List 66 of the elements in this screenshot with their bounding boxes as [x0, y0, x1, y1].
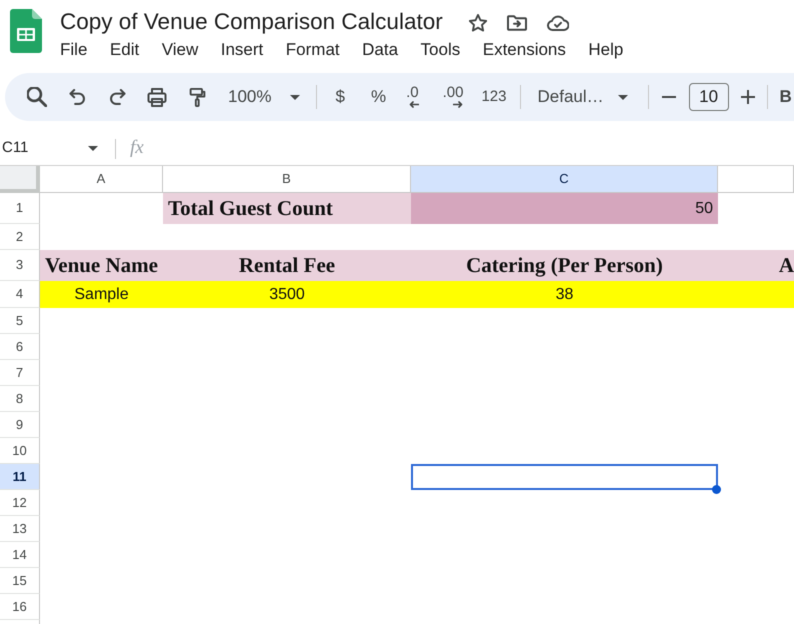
function-label: fx	[130, 136, 144, 160]
caret-icon	[618, 94, 628, 100]
heading-cell: Venue Name	[40, 250, 163, 281]
menu-item[interactable]: Help	[588, 39, 624, 61]
zoom-dropdown[interactable]: 100%	[223, 81, 304, 113]
row-header[interactable]: 16	[0, 594, 40, 620]
row-header[interactable]: 8	[0, 386, 40, 412]
print-icon[interactable]	[147, 88, 167, 106]
font-dropdown[interactable]: Defaul…	[533, 81, 636, 113]
plus-icon[interactable]	[740, 90, 755, 104]
menu-item[interactable]: Data	[362, 39, 398, 61]
caret-icon	[290, 94, 300, 100]
document-title[interactable]: Copy of Venue Comparison Calculator	[60, 8, 443, 34]
decrease-decimal-button[interactable]: .0	[406, 81, 419, 113]
heading-cell: Total Guest Count	[163, 193, 411, 224]
row-header[interactable]: 4	[0, 281, 40, 308]
arrow-right-icon	[453, 101, 464, 108]
heading-cell: A	[718, 250, 794, 281]
data-cell: Sample	[40, 281, 163, 308]
paint-roller-icon[interactable]	[188, 88, 206, 106]
menu-item[interactable]: Format	[286, 39, 340, 61]
row-header[interactable]: 5	[0, 308, 40, 334]
row-header[interactable]: 11	[0, 464, 40, 490]
row-header[interactable]: 3	[0, 250, 40, 281]
column-header[interactable]: C	[411, 166, 718, 193]
folder-arrow-icon[interactable]	[506, 15, 527, 31]
caret-icon	[88, 146, 98, 151]
menu-item[interactable]: File	[60, 39, 88, 61]
row-header[interactable]: 13	[0, 516, 40, 542]
percent-button[interactable]: %	[362, 81, 394, 113]
name-box[interactable]: C11	[0, 135, 106, 162]
row-header[interactable]: 7	[0, 360, 40, 386]
heading-cell: Catering (Per Person)	[411, 250, 718, 281]
increase-decimal-button[interactable]: .00	[438, 81, 468, 113]
star-icon[interactable]	[468, 14, 487, 32]
column-header[interactable]: B	[163, 166, 411, 193]
fill-handle-icon[interactable]	[712, 485, 721, 494]
menu-item[interactable]: Tools	[420, 39, 460, 61]
minus-icon[interactable]	[662, 96, 676, 98]
row-header[interactable]: 2	[0, 224, 40, 250]
redo-icon[interactable]	[108, 89, 126, 105]
row-header[interactable]: 12	[0, 490, 40, 516]
search-icon[interactable]	[27, 87, 47, 107]
menu-item[interactable]: Extensions	[482, 39, 566, 61]
data-cell: 38	[411, 281, 718, 308]
menu-item[interactable]: View	[162, 39, 198, 61]
data-cell: 3500	[163, 281, 411, 308]
font-size-field[interactable]: 10	[688, 83, 729, 111]
bold-button[interactable]: B	[780, 81, 792, 113]
arrow-left-icon	[408, 101, 419, 108]
menu-item[interactable]: Edit	[110, 39, 140, 61]
column-header[interactable]: A	[40, 166, 163, 193]
row-header[interactable]: 1	[0, 193, 40, 224]
row-header[interactable]: 14	[0, 542, 40, 568]
cloud-check-icon[interactable]	[546, 15, 569, 31]
data-cell: 50	[411, 193, 718, 224]
row-header[interactable]: 10	[0, 438, 40, 464]
undo-icon[interactable]	[68, 89, 86, 105]
number-format-button[interactable]: 123	[479, 81, 508, 113]
row-header[interactable]: 9	[0, 412, 40, 438]
currency-button[interactable]: $	[329, 81, 351, 113]
row-header[interactable]: 15	[0, 568, 40, 594]
menu-item[interactable]: Insert	[220, 39, 264, 61]
row-header[interactable]: 6	[0, 334, 40, 360]
sheets-logo-icon[interactable]	[10, 9, 42, 53]
heading-cell: Rental Fee	[163, 250, 411, 281]
